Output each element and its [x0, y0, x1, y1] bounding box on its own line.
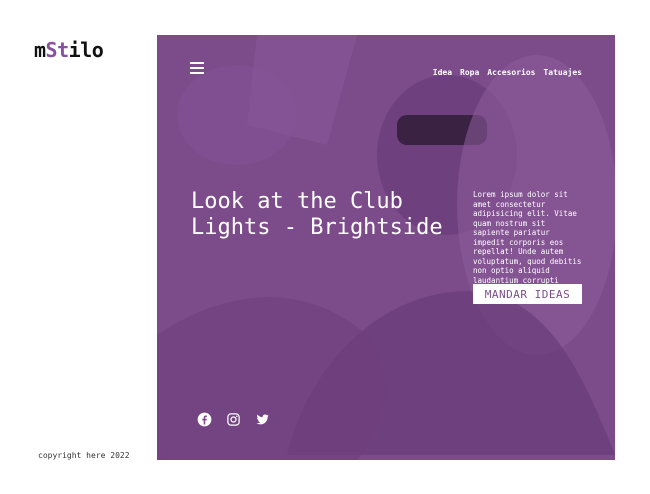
nav-item-ropa[interactable]: Ropa — [460, 68, 479, 77]
logo-part-2: ilo — [68, 38, 104, 62]
facebook-icon[interactable] — [197, 412, 212, 427]
send-ideas-button[interactable]: MANDAR IDEAS — [473, 284, 582, 304]
nav-item-accesorios[interactable]: Accesorios — [487, 68, 535, 77]
copyright-text: copyright here 2022 — [38, 451, 130, 460]
logo-accent: St — [45, 38, 70, 62]
nav-item-idea[interactable]: Idea — [433, 68, 452, 77]
logo-part-1: m — [34, 38, 46, 62]
nav-item-tatuajes[interactable]: Tatuajes — [543, 68, 582, 77]
instagram-icon[interactable] — [226, 412, 241, 427]
hero-description: Lorem ipsum dolor sit amet consectetur a… — [473, 190, 582, 294]
social-links — [197, 412, 270, 427]
twitter-icon[interactable] — [255, 412, 270, 427]
hero-title: Look at the Club Lights - Brightside — [191, 189, 443, 240]
hero-section: Idea Ropa Accesorios Tatuajes Look at th… — [157, 35, 615, 460]
main-nav: Idea Ropa Accesorios Tatuajes — [433, 68, 582, 77]
brand-logo[interactable]: mStilo — [34, 38, 104, 62]
hamburger-menu-icon[interactable] — [190, 62, 204, 74]
